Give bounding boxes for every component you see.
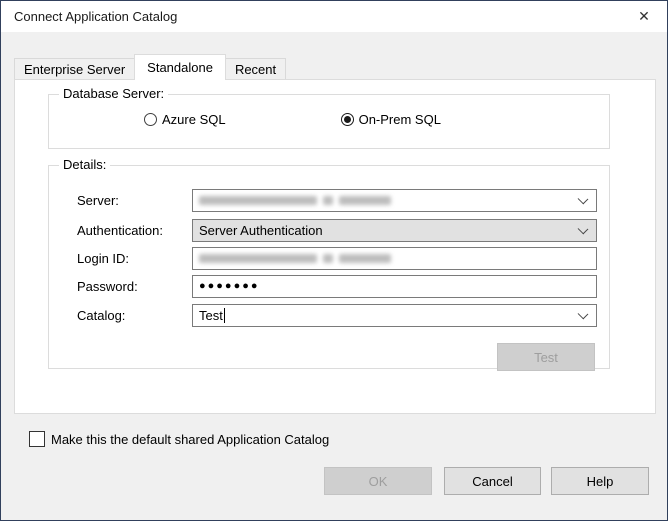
help-button[interactable]: Help [551, 467, 649, 495]
cancel-button[interactable]: Cancel [444, 467, 541, 495]
help-button-label: Help [587, 474, 614, 489]
radio-unchecked-icon [144, 113, 157, 126]
chevron-down-icon [578, 309, 589, 320]
tab-label: Standalone [147, 60, 213, 75]
redacted-value [199, 254, 391, 263]
tab-standalone[interactable]: Standalone [134, 54, 226, 80]
group-legend: Database Server: [59, 86, 168, 101]
tab-enterprise-server[interactable]: Enterprise Server [14, 58, 135, 79]
titlebar: Connect Application Catalog ✕ [1, 1, 667, 32]
authentication-label: Authentication: [77, 219, 163, 242]
close-icon: ✕ [638, 8, 650, 25]
radio-checked-icon [341, 113, 354, 126]
tab-recent[interactable]: Recent [225, 58, 286, 79]
test-button-label: Test [534, 350, 558, 365]
authentication-row: Authentication: Server Authentication [49, 219, 609, 242]
text-caret [224, 308, 225, 323]
catalog-label: Catalog: [77, 304, 125, 327]
catalog-row: Catalog: Test [49, 304, 609, 327]
login-id-input[interactable] [192, 247, 597, 270]
server-combobox[interactable] [192, 189, 597, 212]
login-id-row: Login ID: [49, 247, 609, 270]
group-legend: Details: [59, 157, 110, 172]
password-label: Password: [77, 275, 138, 298]
redacted-value [199, 196, 391, 205]
authentication-value: Server Authentication [199, 223, 323, 238]
tab-label: Recent [235, 62, 276, 77]
ok-button-label: OK [369, 474, 388, 489]
password-masked-value: ●●●●●●● [199, 275, 260, 298]
password-input[interactable]: ●●●●●●● [192, 275, 597, 298]
tab-strip: Enterprise Server Standalone Recent [14, 53, 667, 79]
login-id-label: Login ID: [77, 247, 129, 270]
checkbox-label: Make this the default shared Application… [51, 432, 329, 447]
chevron-down-icon [578, 224, 589, 235]
tab-label: Enterprise Server [24, 62, 125, 77]
radio-azure-sql[interactable]: Azure SQL [144, 112, 226, 127]
radio-on-prem-sql[interactable]: On-Prem SQL [341, 112, 441, 127]
test-button[interactable]: Test [497, 343, 595, 371]
close-button[interactable]: ✕ [621, 1, 667, 32]
radio-label: Azure SQL [162, 112, 226, 127]
default-catalog-checkbox-row[interactable]: Make this the default shared Application… [29, 431, 329, 447]
checkbox-unchecked-icon[interactable] [29, 431, 45, 447]
database-server-group: Database Server: Azure SQL On-Prem SQL [48, 94, 610, 149]
standalone-tab-panel: Database Server: Azure SQL On-Prem SQL D… [14, 79, 656, 414]
details-group: Details: Server: Authentication: Server … [48, 165, 610, 369]
ok-button[interactable]: OK [324, 467, 432, 495]
connect-application-catalog-dialog: Connect Application Catalog ✕ Enterprise… [0, 0, 668, 521]
radio-row: Azure SQL On-Prem SQL [49, 112, 609, 127]
radio-label: On-Prem SQL [359, 112, 441, 127]
chevron-down-icon [578, 194, 589, 205]
window-title: Connect Application Catalog [1, 9, 177, 24]
server-row: Server: [49, 189, 609, 212]
cancel-button-label: Cancel [472, 474, 512, 489]
server-label: Server: [77, 189, 119, 212]
catalog-combobox[interactable]: Test [192, 304, 597, 327]
catalog-value: Test [199, 308, 223, 323]
authentication-dropdown[interactable]: Server Authentication [192, 219, 597, 242]
password-row: Password: ●●●●●●● [49, 275, 609, 298]
